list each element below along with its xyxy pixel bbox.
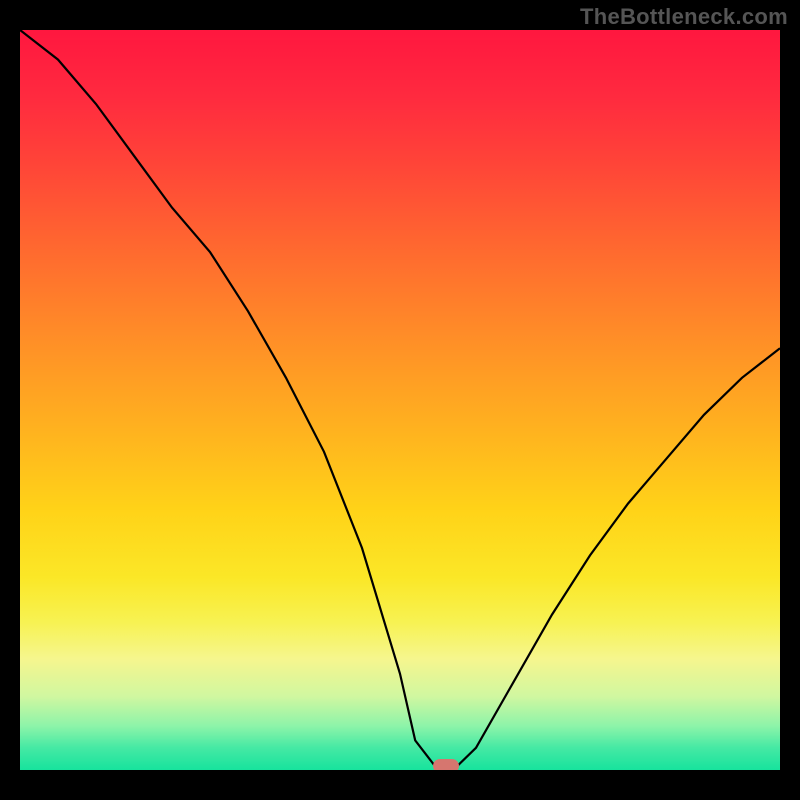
- chart-frame: TheBottleneck.com: [0, 0, 800, 800]
- bottleneck-curve: [20, 30, 780, 770]
- curve-path: [20, 30, 780, 770]
- watermark-text: TheBottleneck.com: [580, 4, 788, 30]
- optimal-point-marker: [433, 759, 459, 770]
- plot-area: [20, 30, 780, 770]
